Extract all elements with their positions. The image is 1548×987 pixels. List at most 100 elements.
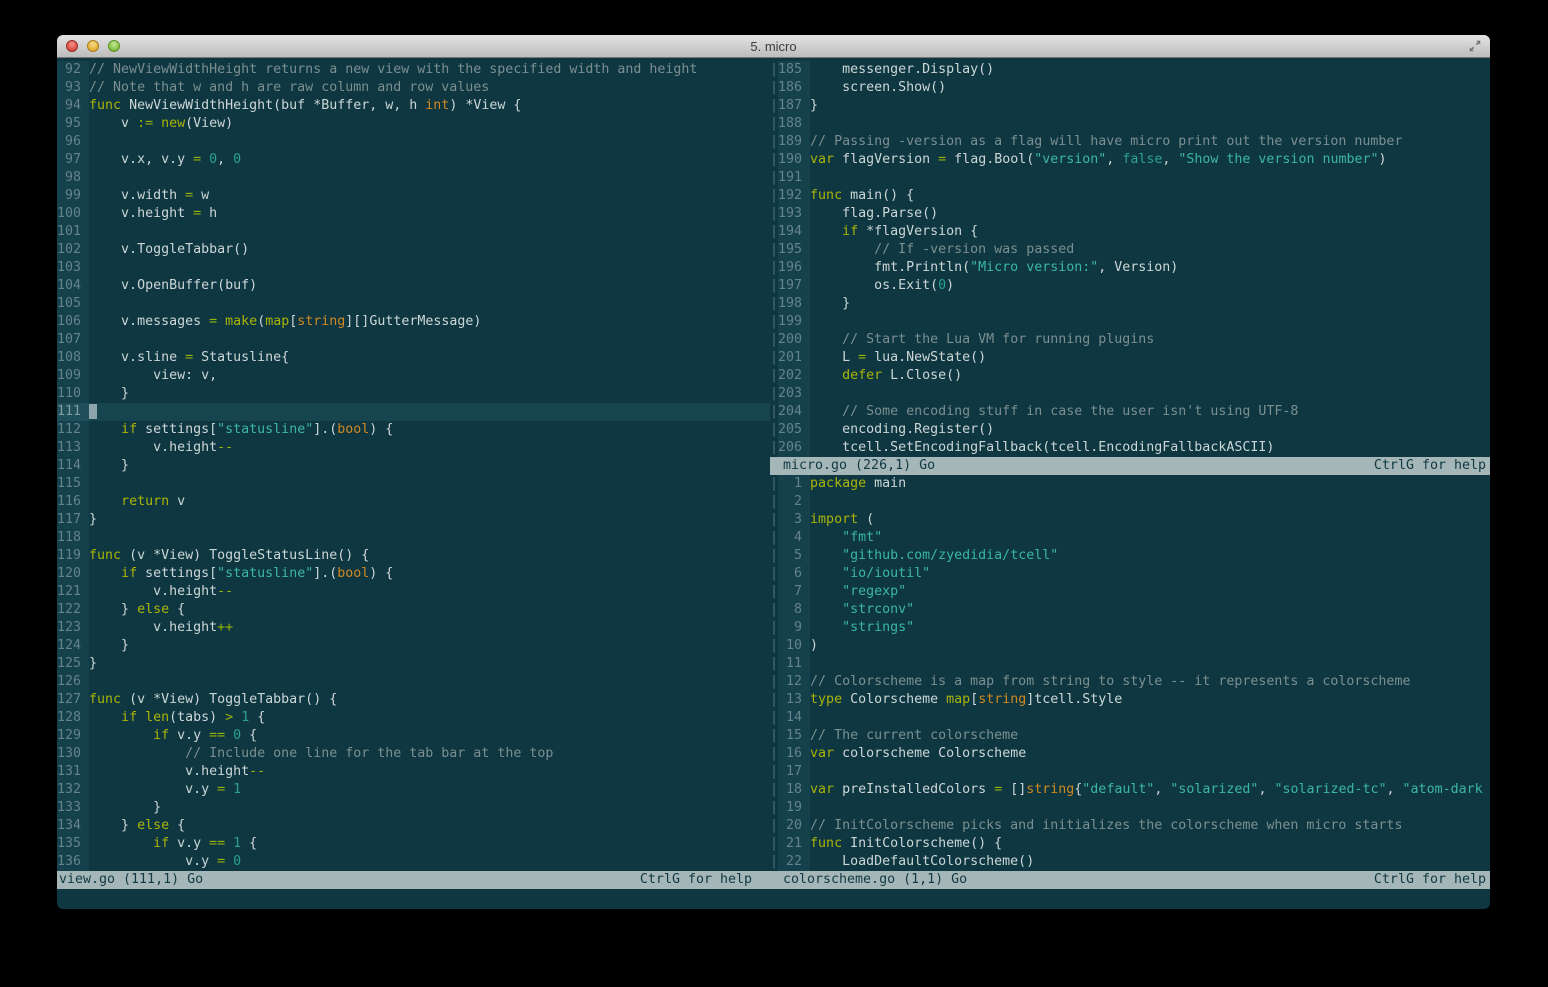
window-titlebar[interactable]: 5. micro bbox=[57, 35, 1490, 58]
code-line[interactable]: 119 func (v *View) ToggleStatusLine() { bbox=[57, 547, 770, 565]
code-line[interactable]: 114 } bbox=[57, 457, 770, 475]
code-line[interactable]: 134 } else { bbox=[57, 817, 770, 835]
code-line[interactable]: 113 v.height-- bbox=[57, 439, 770, 457]
code-line[interactable]: |193 flag.Parse() bbox=[770, 205, 1490, 223]
code-line[interactable]: 122 } else { bbox=[57, 601, 770, 619]
code-line[interactable]: 116 return v bbox=[57, 493, 770, 511]
code-line[interactable]: |190 var flagVersion = flag.Bool("versio… bbox=[770, 151, 1490, 169]
code-line[interactable]: |186 screen.Show() bbox=[770, 79, 1490, 97]
code-line[interactable]: 103 bbox=[57, 259, 770, 277]
code-line[interactable]: | 7 "regexp" bbox=[770, 583, 1490, 601]
code-line[interactable]: | 20 // InitColorscheme picks and initia… bbox=[770, 817, 1490, 835]
code-line[interactable]: | 9 "strings" bbox=[770, 619, 1490, 637]
code-line[interactable]: | 17 bbox=[770, 763, 1490, 781]
code-line[interactable]: | 18 var preInstalledColors = []string{"… bbox=[770, 781, 1490, 799]
code-line[interactable]: 110 } bbox=[57, 385, 770, 403]
code-line[interactable]: 99 v.width = w bbox=[57, 187, 770, 205]
code-line[interactable]: | 1 package main bbox=[770, 475, 1490, 493]
code-line[interactable]: |189 // Passing -version as a flag will … bbox=[770, 133, 1490, 151]
code-line[interactable]: 95 v := new(View) bbox=[57, 115, 770, 133]
code-line[interactable]: 101 bbox=[57, 223, 770, 241]
split-divider: | bbox=[770, 745, 778, 763]
code-line[interactable]: | 15 // The current colorscheme bbox=[770, 727, 1490, 745]
code-line[interactable]: | 8 "strconv" bbox=[770, 601, 1490, 619]
code-line[interactable]: | 21 func InitColorscheme() { bbox=[770, 835, 1490, 853]
code-line[interactable]: | 14 bbox=[770, 709, 1490, 727]
code-line[interactable]: |194 if *flagVersion { bbox=[770, 223, 1490, 241]
code-line[interactable]: 121 v.height-- bbox=[57, 583, 770, 601]
fullscreen-icon[interactable] bbox=[1468, 39, 1482, 53]
code-line[interactable]: 128 if len(tabs) > 1 { bbox=[57, 709, 770, 727]
code-line[interactable]: | 11 bbox=[770, 655, 1490, 673]
code-line[interactable]: 92 // NewViewWidthHeight returns a new v… bbox=[57, 61, 770, 79]
code-line[interactable]: 123 v.height++ bbox=[57, 619, 770, 637]
code-line[interactable]: 130 // Include one line for the tab bar … bbox=[57, 745, 770, 763]
code-line[interactable]: 118 bbox=[57, 529, 770, 547]
code-line[interactable]: | 5 "github.com/zyedidia/tcell" bbox=[770, 547, 1490, 565]
code-line[interactable]: 124 } bbox=[57, 637, 770, 655]
code-line[interactable]: | 3 import ( bbox=[770, 511, 1490, 529]
minimize-button[interactable] bbox=[87, 40, 99, 52]
code-line[interactable]: 120 if settings["statusline"].(bool) { bbox=[57, 565, 770, 583]
code-line[interactable]: 100 v.height = h bbox=[57, 205, 770, 223]
code-line[interactable]: | 19 bbox=[770, 799, 1490, 817]
code-line[interactable]: 104 v.OpenBuffer(buf) bbox=[57, 277, 770, 295]
code-line[interactable]: | 2 bbox=[770, 493, 1490, 511]
code-line[interactable]: 129 if v.y == 0 { bbox=[57, 727, 770, 745]
code-line[interactable]: | 16 var colorscheme Colorscheme bbox=[770, 745, 1490, 763]
code-line[interactable]: 102 v.ToggleTabbar() bbox=[57, 241, 770, 259]
code-line[interactable]: 105 bbox=[57, 295, 770, 313]
code-line[interactable]: |195 // If -version was passed bbox=[770, 241, 1490, 259]
code-line[interactable]: 115 bbox=[57, 475, 770, 493]
code-line[interactable]: |191 bbox=[770, 169, 1490, 187]
pane-right-column[interactable]: |185 messenger.Display()|186 screen.Show… bbox=[770, 61, 1490, 909]
code-line[interactable]: 125 } bbox=[57, 655, 770, 673]
code-line[interactable]: 117 } bbox=[57, 511, 770, 529]
code-line[interactable]: 132 v.y = 1 bbox=[57, 781, 770, 799]
code-line[interactable]: 112 if settings["statusline"].(bool) { bbox=[57, 421, 770, 439]
code-line[interactable]: 93 // Note that w and h are raw column a… bbox=[57, 79, 770, 97]
code-line[interactable]: 109 view: v, bbox=[57, 367, 770, 385]
pane-view-go[interactable]: 92 // NewViewWidthHeight returns a new v… bbox=[57, 61, 770, 909]
code-line[interactable]: 108 v.sline = Statusline{ bbox=[57, 349, 770, 367]
code-line[interactable]: | 10 ) bbox=[770, 637, 1490, 655]
code-line[interactable]: 111 bbox=[57, 403, 770, 421]
code-line[interactable]: 97 v.x, v.y = 0, 0 bbox=[57, 151, 770, 169]
code-line[interactable]: 98 bbox=[57, 169, 770, 187]
code-line[interactable]: |200 // Start the Lua VM for running plu… bbox=[770, 331, 1490, 349]
line-number: 96 bbox=[57, 133, 89, 151]
code-line[interactable]: | 12 // Colorscheme is a map from string… bbox=[770, 673, 1490, 691]
code-line[interactable]: |196 fmt.Println("Micro version:", Versi… bbox=[770, 259, 1490, 277]
code-line[interactable]: |205 encoding.Register() bbox=[770, 421, 1490, 439]
zoom-button[interactable] bbox=[108, 40, 120, 52]
code-line[interactable]: 133 } bbox=[57, 799, 770, 817]
code-line[interactable]: | 22 LoadDefaultColorscheme() bbox=[770, 853, 1490, 871]
code-line[interactable]: |188 bbox=[770, 115, 1490, 133]
code-line[interactable]: 131 v.height-- bbox=[57, 763, 770, 781]
code-line[interactable]: 96 bbox=[57, 133, 770, 151]
code-line[interactable]: |185 messenger.Display() bbox=[770, 61, 1490, 79]
code-line[interactable]: | 4 "fmt" bbox=[770, 529, 1490, 547]
code-line[interactable]: |192 func main() { bbox=[770, 187, 1490, 205]
code-line[interactable]: 94 func NewViewWidthHeight(buf *Buffer, … bbox=[57, 97, 770, 115]
code-line[interactable]: 107 bbox=[57, 331, 770, 349]
code-line[interactable]: |199 bbox=[770, 313, 1490, 331]
code-line[interactable]: |206 tcell.SetEncodingFallback(tcell.Enc… bbox=[770, 439, 1490, 457]
code-line[interactable]: |198 } bbox=[770, 295, 1490, 313]
statusbar-file-info: view.go (111,1) Go bbox=[59, 871, 203, 889]
code-line[interactable]: |197 os.Exit(0) bbox=[770, 277, 1490, 295]
code-line[interactable]: 126 bbox=[57, 673, 770, 691]
code-line[interactable]: |201 L = lua.NewState() bbox=[770, 349, 1490, 367]
code-line[interactable]: |187 } bbox=[770, 97, 1490, 115]
code-line[interactable]: 106 v.messages = make(map[string][]Gutte… bbox=[57, 313, 770, 331]
code-line[interactable]: |203 bbox=[770, 385, 1490, 403]
line-number: 22 bbox=[778, 853, 810, 871]
code-line[interactable]: 127 func (v *View) ToggleTabbar() { bbox=[57, 691, 770, 709]
code-line[interactable]: 135 if v.y == 1 { bbox=[57, 835, 770, 853]
close-button[interactable] bbox=[66, 40, 78, 52]
code-line[interactable]: | 6 "io/ioutil" bbox=[770, 565, 1490, 583]
code-line[interactable]: |204 // Some encoding stuff in case the … bbox=[770, 403, 1490, 421]
code-line[interactable]: | 13 type Colorscheme map[string]tcell.S… bbox=[770, 691, 1490, 709]
code-line[interactable]: 136 v.y = 0 bbox=[57, 853, 770, 871]
code-line[interactable]: |202 defer L.Close() bbox=[770, 367, 1490, 385]
